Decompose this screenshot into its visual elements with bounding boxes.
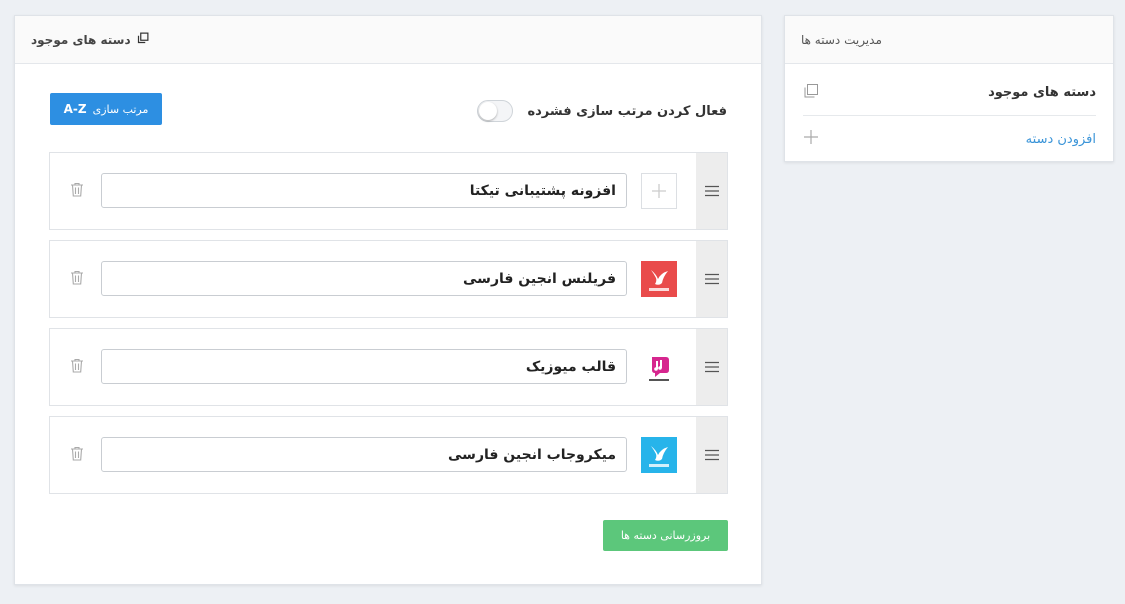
category-name-input[interactable] xyxy=(101,437,627,472)
sort-az-label: A-Z xyxy=(63,102,87,116)
toggle-knob xyxy=(479,102,498,120)
drag-handle[interactable] xyxy=(696,329,727,405)
sidebar-title: مدیریت دسته ها xyxy=(801,32,882,47)
sort-az-button[interactable]: مرتب سازی A-Z xyxy=(50,93,162,125)
category-row xyxy=(49,416,728,494)
trash-icon[interactable] xyxy=(70,446,84,465)
sidebar-item-existing-categories[interactable]: دسته های موجود xyxy=(803,70,1096,116)
plus-icon xyxy=(803,129,819,149)
sidebar-item-add-category[interactable]: افزودن دسته xyxy=(803,116,1096,162)
drag-handle[interactable] xyxy=(696,417,727,493)
sidebar-item-label: دسته های موجود xyxy=(988,85,1096,100)
drag-handle[interactable] xyxy=(696,241,727,317)
compact-sort-toggle-group: فعال کردن مرتب سازی فشرده xyxy=(477,100,727,122)
category-name-input[interactable] xyxy=(101,173,627,208)
trash-icon[interactable] xyxy=(70,182,84,201)
compact-sort-toggle-label: فعال کردن مرتب سازی فشرده xyxy=(527,103,727,119)
update-categories-button[interactable]: بروزرسانی دسته ها xyxy=(603,520,728,551)
category-thumbnail[interactable] xyxy=(641,173,677,209)
category-row xyxy=(49,328,728,406)
placeholder-plus-icon xyxy=(642,184,676,212)
freelance-engine-logo-icon xyxy=(641,261,677,301)
page-title: دسته های موجود xyxy=(31,32,131,47)
category-name-input[interactable] xyxy=(101,349,627,384)
sidebar-item-label: افزودن دسته xyxy=(1025,131,1096,147)
main-header: دسته های موجود xyxy=(15,16,761,64)
category-row xyxy=(49,240,728,318)
drag-handle[interactable] xyxy=(696,153,727,229)
trash-icon[interactable] xyxy=(70,358,84,377)
sort-button-label: مرتب سازی xyxy=(92,102,149,116)
category-name-input[interactable] xyxy=(101,261,627,296)
menu-icon xyxy=(704,446,719,465)
category-thumbnail[interactable] xyxy=(641,261,677,297)
menu-icon xyxy=(704,182,719,201)
menu-icon xyxy=(704,270,719,289)
copy-icon xyxy=(137,32,149,47)
copy-icon xyxy=(803,83,819,103)
category-thumbnail[interactable] xyxy=(641,437,677,473)
category-thumbnail[interactable] xyxy=(641,349,677,385)
trash-icon[interactable] xyxy=(70,270,84,289)
existing-categories-panel: دسته های موجود مرتب سازی A-Z فعال کردن م… xyxy=(14,15,762,585)
music-theme-logo-icon xyxy=(641,349,677,389)
sidebar-header: مدیریت دسته ها xyxy=(785,16,1113,64)
microjob-engine-logo-icon xyxy=(641,437,677,477)
compact-sort-toggle[interactable] xyxy=(477,100,514,122)
menu-icon xyxy=(704,358,719,377)
category-row xyxy=(49,152,728,230)
category-management-panel: مدیریت دسته ها دسته های موجود افزودن دست… xyxy=(784,15,1114,162)
